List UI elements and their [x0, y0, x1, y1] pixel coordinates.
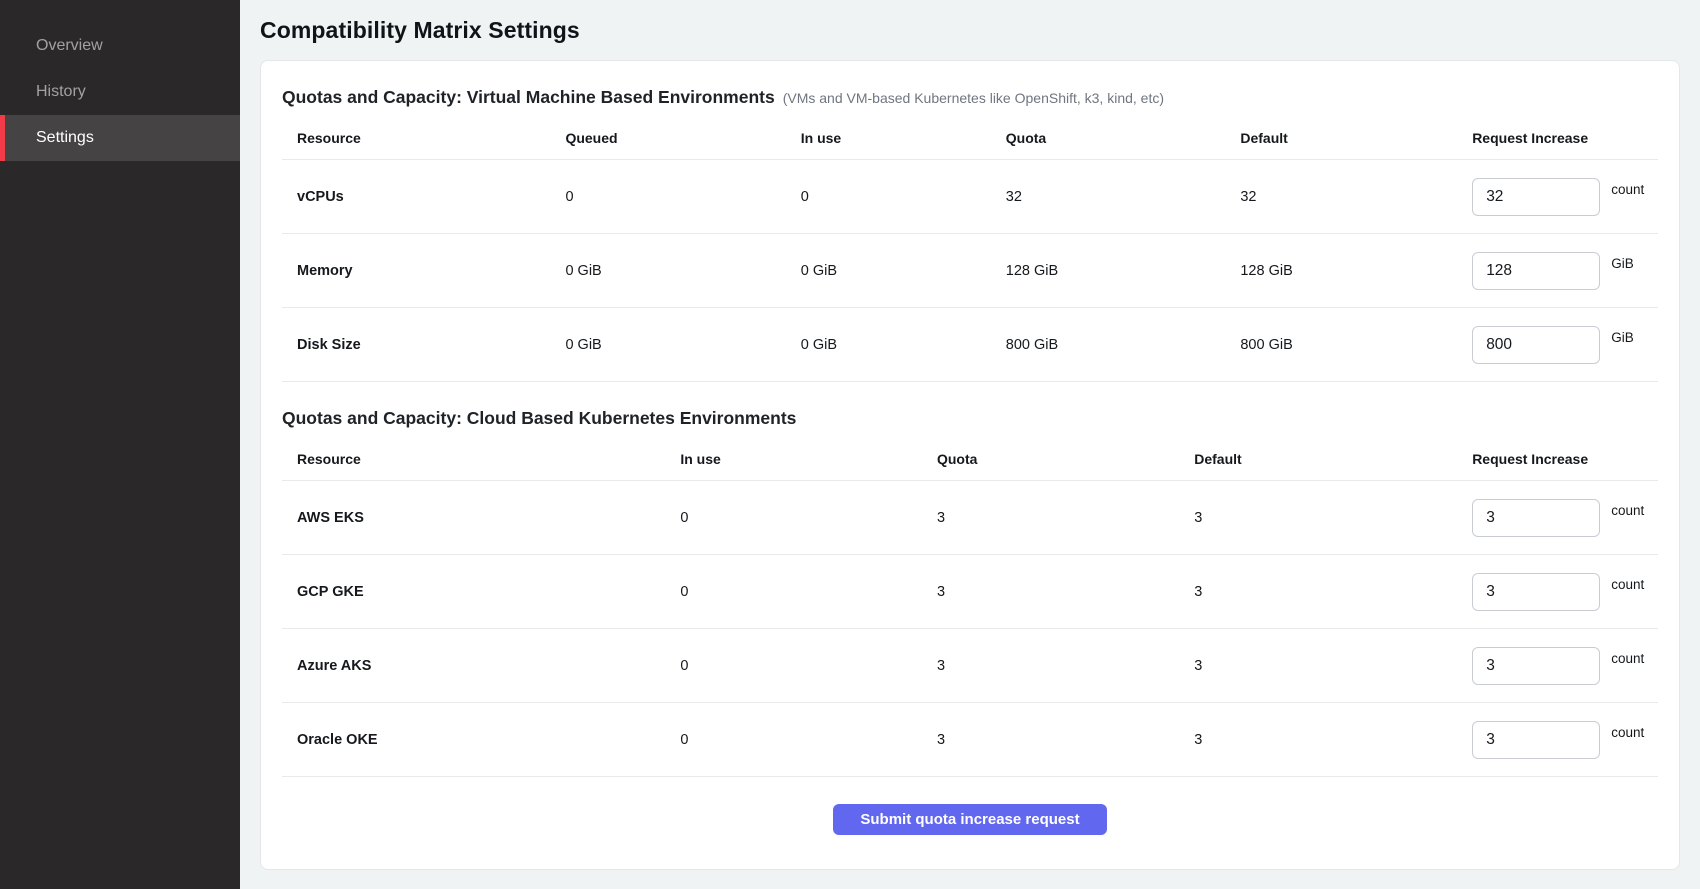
vcpus-in-use-value: 0: [801, 189, 1006, 205]
aws-eks-in-use-value: 0: [680, 510, 937, 526]
sidebar: Overview History Settings: [0, 0, 240, 889]
azure-aks-resource-label: Azure AKS: [282, 658, 680, 674]
vm-section-subtitle: (VMs and VM-based Kubernetes like OpenSh…: [783, 90, 1164, 106]
vcpus-resource-label: vCPUs: [282, 189, 565, 205]
vm-section-title: Quotas and Capacity: Virtual Machine Bas…: [282, 87, 1658, 108]
gcp-gke-request-cell: count: [1472, 573, 1658, 611]
table-row-azure-aks: Azure AKS 0 3 3 count: [282, 629, 1658, 703]
gcp-gke-request-input[interactable]: [1472, 573, 1600, 611]
azure-aks-request-input[interactable]: [1472, 647, 1600, 685]
vm-table-header: Resource Queued In use Quota Default Req…: [282, 108, 1658, 160]
memory-unit-label: GiB: [1611, 256, 1634, 271]
azure-aks-request-cell: count: [1472, 647, 1658, 685]
page-title: Compatibility Matrix Settings: [260, 17, 1680, 44]
disk-size-unit-label: GiB: [1611, 330, 1634, 345]
oracle-oke-unit-label: count: [1611, 725, 1644, 740]
disk-size-resource-label: Disk Size: [282, 337, 565, 353]
vcpus-request-cell: count: [1472, 178, 1658, 216]
app-root: Overview History Settings Compatibility …: [0, 0, 1700, 889]
oracle-oke-request-input[interactable]: [1472, 721, 1600, 759]
quotas-card: Quotas and Capacity: Virtual Machine Bas…: [260, 60, 1680, 870]
memory-resource-label: Memory: [282, 263, 565, 279]
cloud-table-header: Resource In use Quota Default Request In…: [282, 429, 1658, 481]
table-row-disk-size: Disk Size 0 GiB 0 GiB 800 GiB 800 GiB Gi…: [282, 308, 1658, 382]
sidebar-item-history[interactable]: History: [0, 69, 240, 115]
aws-eks-quota-value: 3: [937, 510, 1194, 526]
gcp-gke-quota-value: 3: [937, 584, 1194, 600]
sidebar-item-settings[interactable]: Settings: [0, 115, 240, 161]
vcpus-quota-value: 32: [1006, 189, 1241, 205]
vm-section-title-text: Quotas and Capacity: Virtual Machine Bas…: [282, 87, 775, 107]
oracle-oke-in-use-value: 0: [680, 732, 937, 748]
table-row-memory: Memory 0 GiB 0 GiB 128 GiB 128 GiB GiB: [282, 234, 1658, 308]
sidebar-item-overview-label: Overview: [36, 37, 103, 55]
gcp-gke-resource-label: GCP GKE: [282, 584, 680, 600]
vcpus-queued-value: 0: [565, 189, 800, 205]
vm-header-default: Default: [1240, 130, 1472, 146]
cloud-header-request-increase: Request Increase: [1472, 451, 1658, 467]
table-row-aws-eks: AWS EKS 0 3 3 count: [282, 481, 1658, 555]
main-content: Compatibility Matrix Settings Quotas and…: [240, 0, 1700, 889]
memory-queued-value: 0 GiB: [565, 263, 800, 279]
sidebar-item-overview[interactable]: Overview: [0, 23, 240, 69]
cloud-section-title: Quotas and Capacity: Cloud Based Kuberne…: [282, 408, 1658, 429]
aws-eks-request-cell: count: [1472, 499, 1658, 537]
azure-aks-in-use-value: 0: [680, 658, 937, 674]
vm-header-quota: Quota: [1006, 130, 1241, 146]
oracle-oke-quota-value: 3: [937, 732, 1194, 748]
vm-header-resource: Resource: [282, 130, 565, 146]
table-row-oracle-oke: Oracle OKE 0 3 3 count: [282, 703, 1658, 777]
vm-header-in-use: In use: [801, 130, 1006, 146]
disk-size-queued-value: 0 GiB: [565, 337, 800, 353]
aws-eks-unit-label: count: [1611, 503, 1644, 518]
memory-default-value: 128 GiB: [1240, 263, 1472, 279]
azure-aks-quota-value: 3: [937, 658, 1194, 674]
vcpus-default-value: 32: [1240, 189, 1472, 205]
submit-quota-increase-button[interactable]: Submit quota increase request: [833, 804, 1106, 835]
cloud-header-resource: Resource: [282, 451, 680, 467]
disk-size-request-input[interactable]: [1472, 326, 1600, 364]
azure-aks-default-value: 3: [1194, 658, 1472, 674]
azure-aks-unit-label: count: [1611, 651, 1644, 666]
disk-size-default-value: 800 GiB: [1240, 337, 1472, 353]
memory-request-input[interactable]: [1472, 252, 1600, 290]
disk-size-request-cell: GiB: [1472, 326, 1658, 364]
oracle-oke-resource-label: Oracle OKE: [282, 732, 680, 748]
vcpus-unit-label: count: [1611, 182, 1644, 197]
disk-size-in-use-value: 0 GiB: [801, 337, 1006, 353]
gcp-gke-unit-label: count: [1611, 577, 1644, 592]
oracle-oke-request-cell: count: [1472, 721, 1658, 759]
gcp-gke-default-value: 3: [1194, 584, 1472, 600]
aws-eks-default-value: 3: [1194, 510, 1472, 526]
oracle-oke-default-value: 3: [1194, 732, 1472, 748]
gcp-gke-in-use-value: 0: [680, 584, 937, 600]
sidebar-item-history-label: History: [36, 83, 86, 101]
vm-header-queued: Queued: [565, 130, 800, 146]
vcpus-request-input[interactable]: [1472, 178, 1600, 216]
memory-request-cell: GiB: [1472, 252, 1658, 290]
table-row-vcpus: vCPUs 0 0 32 32 count: [282, 160, 1658, 234]
sidebar-item-settings-label: Settings: [36, 129, 94, 147]
table-row-gcp-gke: GCP GKE 0 3 3 count: [282, 555, 1658, 629]
memory-in-use-value: 0 GiB: [801, 263, 1006, 279]
cloud-header-quota: Quota: [937, 451, 1194, 467]
cloud-header-default: Default: [1194, 451, 1472, 467]
memory-quota-value: 128 GiB: [1006, 263, 1241, 279]
disk-size-quota-value: 800 GiB: [1006, 337, 1241, 353]
submit-row: Submit quota increase request: [282, 804, 1658, 835]
vm-header-request-increase: Request Increase: [1472, 130, 1658, 146]
aws-eks-resource-label: AWS EKS: [282, 510, 680, 526]
cloud-header-in-use: In use: [680, 451, 937, 467]
aws-eks-request-input[interactable]: [1472, 499, 1600, 537]
